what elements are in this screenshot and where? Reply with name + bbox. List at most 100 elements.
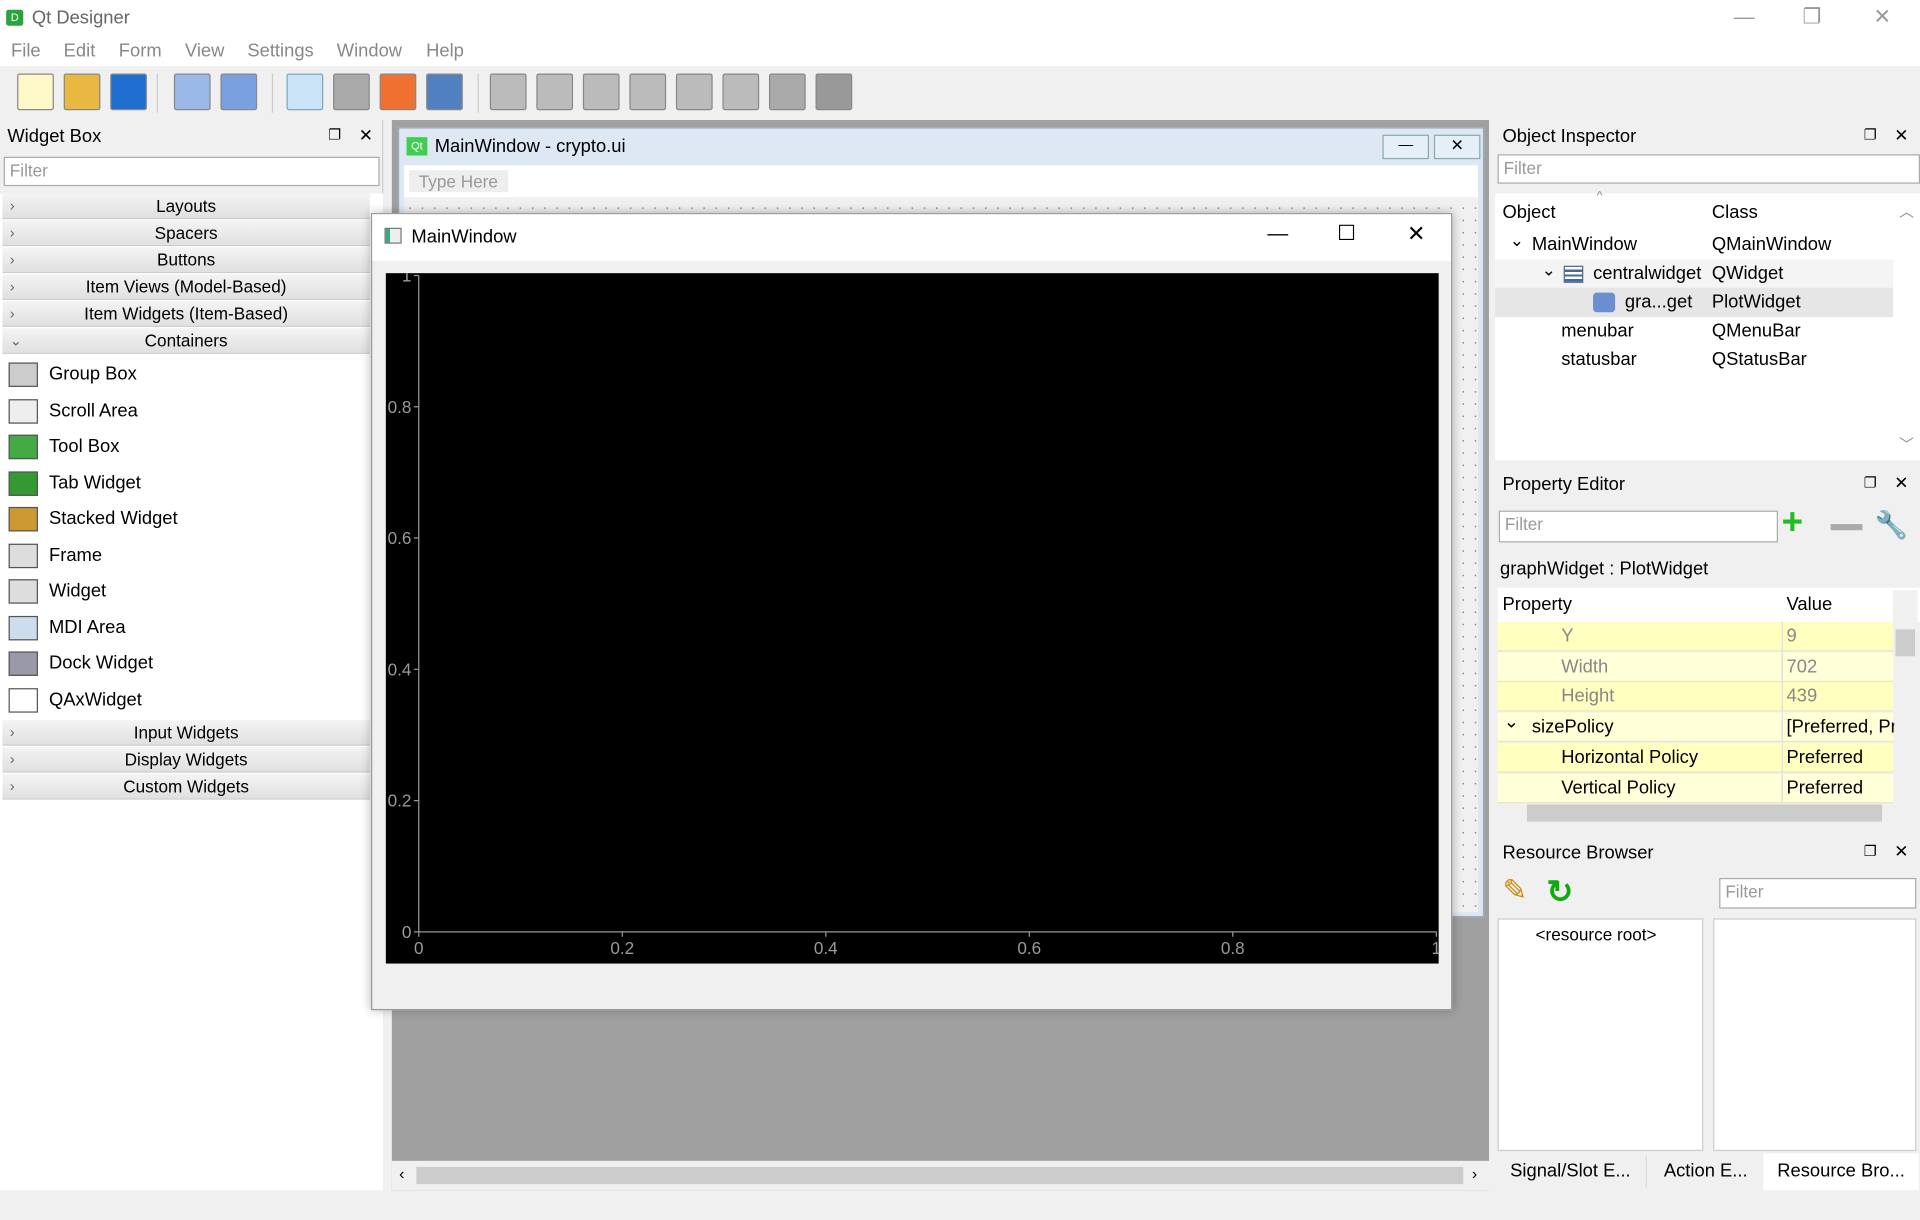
resource-root[interactable]: <resource root> <box>1536 924 1657 944</box>
float-icon[interactable]: ❐ <box>328 126 341 143</box>
remove-property-icon[interactable] <box>1830 524 1863 531</box>
scroll-up-icon[interactable]: ︿ <box>1899 201 1914 222</box>
close-icon[interactable]: ✕ <box>359 125 373 146</box>
layout-grid-icon[interactable] <box>675 73 713 111</box>
category-buttons[interactable]: › Buttons <box>2 247 370 274</box>
resource-filter-input[interactable]: Filter <box>1719 877 1917 909</box>
chevron-down-icon[interactable]: ⌄ <box>1510 225 1524 254</box>
new-file-icon[interactable] <box>17 73 54 111</box>
tree-row[interactable]: gra...get PlotWidget <box>1495 287 1894 318</box>
column-header-object[interactable]: Object <box>1502 202 1555 223</box>
close-icon[interactable]: ✕ <box>1894 841 1908 862</box>
close-icon[interactable]: ✕ <box>1894 473 1908 494</box>
preview-maximize-button[interactable]: ☐ <box>1337 222 1356 246</box>
adjust-size-icon[interactable] <box>815 73 853 111</box>
category-spacers[interactable]: › Spacers <box>2 220 370 247</box>
scroll-down-icon[interactable]: ﹀ <box>1899 433 1914 454</box>
minimize-button[interactable]: — <box>1734 5 1755 29</box>
property-value[interactable]: 9 <box>1787 622 1895 651</box>
column-header-value[interactable]: Value <box>1787 594 1833 615</box>
tab-signal-slot-editor[interactable]: Signal/Slot E... <box>1495 1155 1647 1188</box>
edit-signals-slots-icon[interactable] <box>333 73 370 111</box>
preview-close-button[interactable]: ✕ <box>1407 222 1425 248</box>
property-value[interactable]: Preferred <box>1787 743 1895 772</box>
edit-widgets-icon[interactable] <box>286 73 324 111</box>
widget-filter-input[interactable]: Filter <box>3 156 380 187</box>
menu-form[interactable]: Form <box>119 40 162 61</box>
preview-minimize-button[interactable]: — <box>1267 222 1288 246</box>
vertical-scrollbar[interactable] <box>1893 590 1918 799</box>
widget-item-group-box[interactable]: Group Box <box>5 356 360 392</box>
horizontal-scrollbar[interactable]: ‹ › <box>391 1160 1489 1191</box>
property-row-y[interactable]: Y9 <box>1497 622 1895 652</box>
column-header-class[interactable]: Class <box>1712 202 1758 223</box>
widget-item-stacked-widget[interactable]: Stacked Widget <box>5 501 360 537</box>
tree-row[interactable]: ⌄ centralwidget QWidget <box>1495 258 1894 289</box>
widget-item-widget[interactable]: Widget <box>5 573 360 609</box>
tab-resource-browser[interactable]: Resource Bro... <box>1763 1153 1919 1191</box>
layout-horizontal-splitter-icon[interactable] <box>582 73 620 111</box>
widget-item-tab-widget[interactable]: Tab Widget <box>5 465 360 501</box>
tab-action-editor[interactable]: Action E... <box>1648 1155 1764 1188</box>
menu-help[interactable]: Help <box>426 40 464 61</box>
widget-item-frame[interactable]: Frame <box>5 537 360 573</box>
widget-item-qaxwidget[interactable]: QAxWidget <box>5 681 360 717</box>
float-icon[interactable]: ❐ <box>1864 474 1877 491</box>
configure-wrench-icon[interactable]: 🔧 <box>1875 509 1909 541</box>
bring-to-front-icon[interactable] <box>220 73 258 111</box>
widget-item-mdi-area[interactable]: MDI Area <box>5 609 360 645</box>
widget-item-tool-box[interactable]: Tool Box <box>5 429 360 465</box>
type-here-menu[interactable]: Type Here <box>408 170 508 193</box>
menu-edit[interactable]: Edit <box>64 40 96 61</box>
chevron-down-icon[interactable]: ⌄ <box>1504 708 1519 737</box>
property-row-width[interactable]: Width 702 <box>1497 652 1895 682</box>
send-to-back-icon[interactable] <box>173 73 211 111</box>
category-input-widgets[interactable]: › Input Widgets <box>2 720 370 746</box>
category-item-widgets-item-based-[interactable]: › Item Widgets (Item-Based) <box>2 301 370 327</box>
float-icon[interactable]: ❐ <box>1864 842 1877 859</box>
reload-icon[interactable]: ↻ <box>1547 873 1574 911</box>
category-item-views-model-based-[interactable]: › Item Views (Model-Based) <box>2 274 370 301</box>
tree-row[interactable]: menubar QMenuBar <box>1495 317 1893 346</box>
category-display-widgets[interactable]: › Display Widgets <box>2 746 370 773</box>
property-value[interactable]: Preferred <box>1787 773 1895 802</box>
object-filter-input[interactable]: Filter <box>1497 154 1920 184</box>
close-icon[interactable]: ✕ <box>1894 125 1908 146</box>
close-button[interactable]: ✕ <box>1873 5 1890 29</box>
category-containers[interactable]: ⌄ Containers <box>2 328 370 354</box>
widget-item-dock-widget[interactable]: Dock Widget <box>5 645 360 681</box>
layout-horizontal-icon[interactable] <box>489 73 527 111</box>
float-icon[interactable]: ❐ <box>1864 126 1877 143</box>
menu-view[interactable]: View <box>185 40 224 61</box>
property-value[interactable]: [Preferred, Pre <box>1787 713 1895 742</box>
category-custom-widgets[interactable]: › Custom Widgets <box>2 773 370 800</box>
menu-settings[interactable]: Settings <box>247 40 313 61</box>
menu-window[interactable]: Window <box>337 40 402 61</box>
property-value[interactable]: 439 <box>1787 683 1895 712</box>
edit-buddies-icon[interactable] <box>379 73 417 111</box>
widget-item-scroll-area[interactable]: Scroll Area <box>5 392 360 428</box>
layout-form-icon[interactable] <box>722 73 760 111</box>
property-horizontal-scrollbar[interactable] <box>1497 800 1895 826</box>
chevron-down-icon[interactable]: ⌄ <box>1542 254 1556 283</box>
column-header-property[interactable]: Property <box>1502 594 1571 615</box>
category-layouts[interactable]: › Layouts <box>2 193 370 220</box>
save-icon[interactable] <box>110 73 147 111</box>
plot-widget[interactable]: 0 0.2 0.4 0.6 0.8 1 0 0.2 0.4 0.6 0.8 1 <box>385 273 1439 964</box>
layout-vertical-icon[interactable] <box>536 73 574 111</box>
menu-file[interactable]: File <box>11 40 41 61</box>
property-row-height[interactable]: Height 439 <box>1497 682 1895 712</box>
layout-vertical-splitter-icon[interactable] <box>629 73 667 111</box>
tree-row[interactable]: statusbar QStatusBar <box>1495 345 1893 374</box>
property-row-vertical-policy[interactable]: Vertical Policy Preferred <box>1497 773 1895 803</box>
edit-tab-order-icon[interactable] <box>426 73 463 111</box>
restore-button[interactable]: ❐ <box>1802 5 1821 29</box>
edit-resources-pencil-icon[interactable]: ✎ <box>1502 873 1527 909</box>
add-property-icon[interactable]: + <box>1782 502 1803 544</box>
property-filter-input[interactable]: Filter <box>1498 510 1778 543</box>
form-minimize-button[interactable]: — <box>1382 134 1429 160</box>
form-close-button[interactable]: ✕ <box>1433 134 1481 160</box>
open-folder-icon[interactable] <box>63 73 101 111</box>
break-layout-icon[interactable] <box>768 73 806 111</box>
property-value[interactable]: 702 <box>1787 652 1895 681</box>
